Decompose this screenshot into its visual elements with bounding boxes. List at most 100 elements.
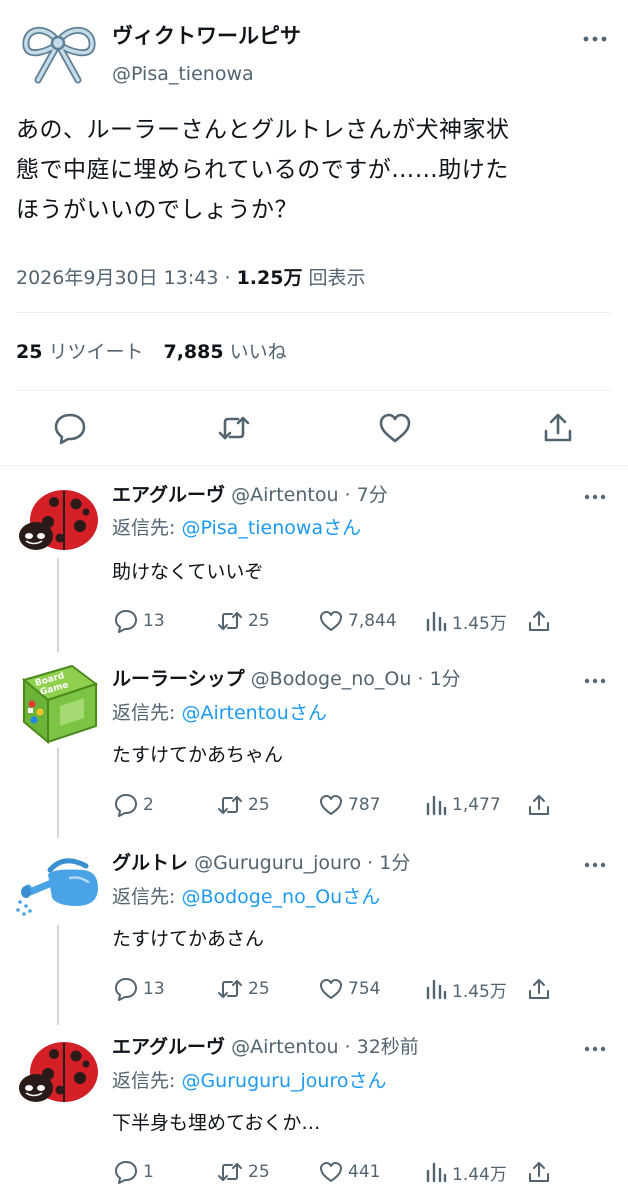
like-action[interactable]: 441 [318, 1158, 380, 1186]
reply-tweet[interactable]: Board Game ルーラーシップ @Bodoge_no_Ou · 1分 返信… [0, 660, 628, 840]
share-icon[interactable] [540, 410, 576, 446]
retweet-stat[interactable]: 25 リツイート [16, 341, 143, 363]
like-action[interactable]: 7,844 [318, 607, 397, 635]
reply-to-label: 返信先: [112, 1070, 176, 1092]
tweet-datetime[interactable]: 2026年9月30日 13:43 [16, 267, 218, 289]
share-icon[interactable] [526, 1159, 552, 1185]
like-stat[interactable]: 7,885 いいね [163, 341, 286, 363]
retweet-action[interactable]: 25 [216, 1158, 270, 1186]
reply-time[interactable]: · 1分 [417, 668, 460, 690]
retweet-action[interactable]: 25 [216, 975, 270, 1003]
reply-text: 助けなくていいぞ [112, 561, 264, 583]
reply-text: たすけてかあさん [112, 928, 265, 950]
reply-to-user-link[interactable]: @Bodoge_no_Ouさん [181, 886, 380, 908]
like-count: 7,885 [163, 341, 224, 363]
retweet-label: リツイート [48, 341, 144, 363]
view-count: 1.45万 [452, 613, 507, 634]
like-count: 787 [348, 795, 381, 815]
watering-can-icon[interactable] [14, 848, 102, 936]
retweet-action[interactable]: 25 [216, 607, 270, 635]
retweet-count: 25 [248, 611, 270, 631]
tweet-text-line: ほうがいいのでしょうか？ [16, 197, 298, 223]
ribbon-avatar-icon[interactable] [16, 18, 102, 88]
reply-icon[interactable] [52, 410, 88, 446]
engagement-stats: 25 リツイート 7,885 いいね [16, 338, 287, 366]
reply-to-label: 返信先: [112, 886, 176, 908]
view-count: 1.25万 [236, 267, 303, 289]
reply-header: エアグルーヴ @Airtentou · 7分 [112, 482, 388, 508]
reply-author-handle[interactable]: @Guruguru_jouro [194, 852, 361, 874]
reply-time[interactable]: · 1分 [367, 852, 410, 874]
tweet-text-line: あの、ルーラーさんとグルトレさんが犬神家状 [16, 117, 510, 143]
share-icon[interactable] [526, 976, 552, 1002]
views-action[interactable]: 1.45万 [424, 975, 507, 1003]
reply-action[interactable]: 13 [113, 975, 165, 1003]
reply-action[interactable]: 2 [113, 791, 154, 819]
author-name[interactable]: ヴィクトワールピサ [112, 22, 301, 50]
reply-tweet[interactable]: エアグルーヴ @Airtentou · 32秒前 返信先: @Guruguru_… [0, 1028, 628, 1200]
retweet-icon[interactable] [216, 410, 252, 446]
views-action[interactable]: 1,477 [424, 791, 501, 819]
reply-author-name[interactable]: グルトレ [112, 852, 188, 874]
view-count: 1,477 [452, 795, 501, 815]
like-label: いいね [229, 341, 287, 363]
main-tweet: ヴィクトワールピサ @Pisa_tienowa あの、ルーラーさんとグルトレさん… [0, 0, 628, 465]
retweet-count: 25 [16, 341, 43, 363]
reply-count: 13 [143, 979, 165, 999]
tweet-text: あの、ルーラーさんとグルトレさんが犬神家状 態で中庭に埋められているのですが……… [16, 110, 616, 230]
more-options-icon[interactable] [580, 852, 610, 878]
board-game-box-icon[interactable]: Board Game [14, 660, 102, 748]
reply-time[interactable]: · 32秒前 [345, 1036, 419, 1058]
retweet-action[interactable]: 25 [216, 791, 270, 819]
reply-count: 13 [143, 611, 165, 631]
more-options-icon[interactable] [580, 484, 610, 510]
reply-action[interactable]: 13 [113, 607, 165, 635]
more-options-icon[interactable] [580, 1036, 610, 1062]
reply-to-label: 返信先: [112, 702, 176, 724]
retweet-icon [218, 980, 242, 998]
reply-author-name[interactable]: エアグルーヴ [112, 484, 225, 506]
reply-to-user-link[interactable]: @Pisa_tienowaさん [181, 517, 361, 539]
views-chart-icon [426, 979, 447, 1000]
views-chart-icon [426, 1162, 447, 1183]
like-count: 7,844 [348, 611, 397, 631]
retweet-icon [218, 796, 242, 814]
like-action[interactable]: 754 [318, 975, 380, 1003]
author-handle[interactable]: @Pisa_tienowa [112, 62, 254, 86]
reply-author-name[interactable]: エアグルーヴ [112, 1036, 225, 1058]
ladybug-icon[interactable] [14, 1030, 102, 1118]
reply-tweet[interactable]: エアグルーヴ @Airtentou · 7分 返信先: @Pisa_tienow… [0, 476, 628, 646]
reply-author-handle[interactable]: @Airtentou [231, 1036, 338, 1058]
reply-icon [115, 1161, 137, 1184]
views-action[interactable]: 1.44万 [424, 1158, 507, 1186]
reply-to-label: 返信先: [112, 517, 176, 539]
tweet-meta: 2026年9月30日 13:43 · 1.25万 回表示 [16, 264, 366, 292]
like-action[interactable]: 787 [318, 791, 380, 819]
views-action[interactable]: 1.45万 [424, 607, 507, 635]
reply-action[interactable]: 1 [113, 1158, 154, 1186]
retweet-count: 25 [248, 979, 270, 999]
reply-count: 2 [143, 795, 154, 815]
share-icon[interactable] [526, 792, 552, 818]
reply-author-handle[interactable]: @Bodoge_no_Ou [251, 668, 412, 690]
reply-author-name[interactable]: ルーラーシップ [112, 668, 245, 690]
reply-time[interactable]: · 7分 [345, 484, 388, 506]
views-chart-icon [426, 611, 447, 632]
reply-to-line: 返信先: @Pisa_tienowaさん [112, 515, 361, 541]
like-icon[interactable] [377, 410, 413, 446]
tweet-text-line: 態で中庭に埋められているのですが……助けた [16, 157, 509, 183]
reply-to-line: 返信先: @Guruguru_jouroさん [112, 1068, 387, 1094]
like-count: 441 [348, 1162, 381, 1182]
reply-author-handle[interactable]: @Airtentou [231, 484, 338, 506]
reply-header: ルーラーシップ @Bodoge_no_Ou · 1分 [112, 666, 461, 692]
reply-tweet[interactable]: グルトレ @Guruguru_jouro · 1分 返信先: @Bodoge_n… [0, 844, 628, 1014]
reply-to-user-link[interactable]: @Guruguru_jouroさん [181, 1070, 386, 1092]
more-options-icon[interactable] [580, 668, 610, 694]
share-icon[interactable] [526, 608, 552, 634]
reply-header: グルトレ @Guruguru_jouro · 1分 [112, 850, 410, 876]
reply-to-user-link[interactable]: @Airtentouさん [181, 702, 326, 724]
reply-to-line: 返信先: @Airtentouさん [112, 700, 327, 726]
like-icon [320, 1162, 342, 1182]
more-options-icon[interactable] [578, 24, 612, 54]
ladybug-icon[interactable] [14, 478, 102, 566]
